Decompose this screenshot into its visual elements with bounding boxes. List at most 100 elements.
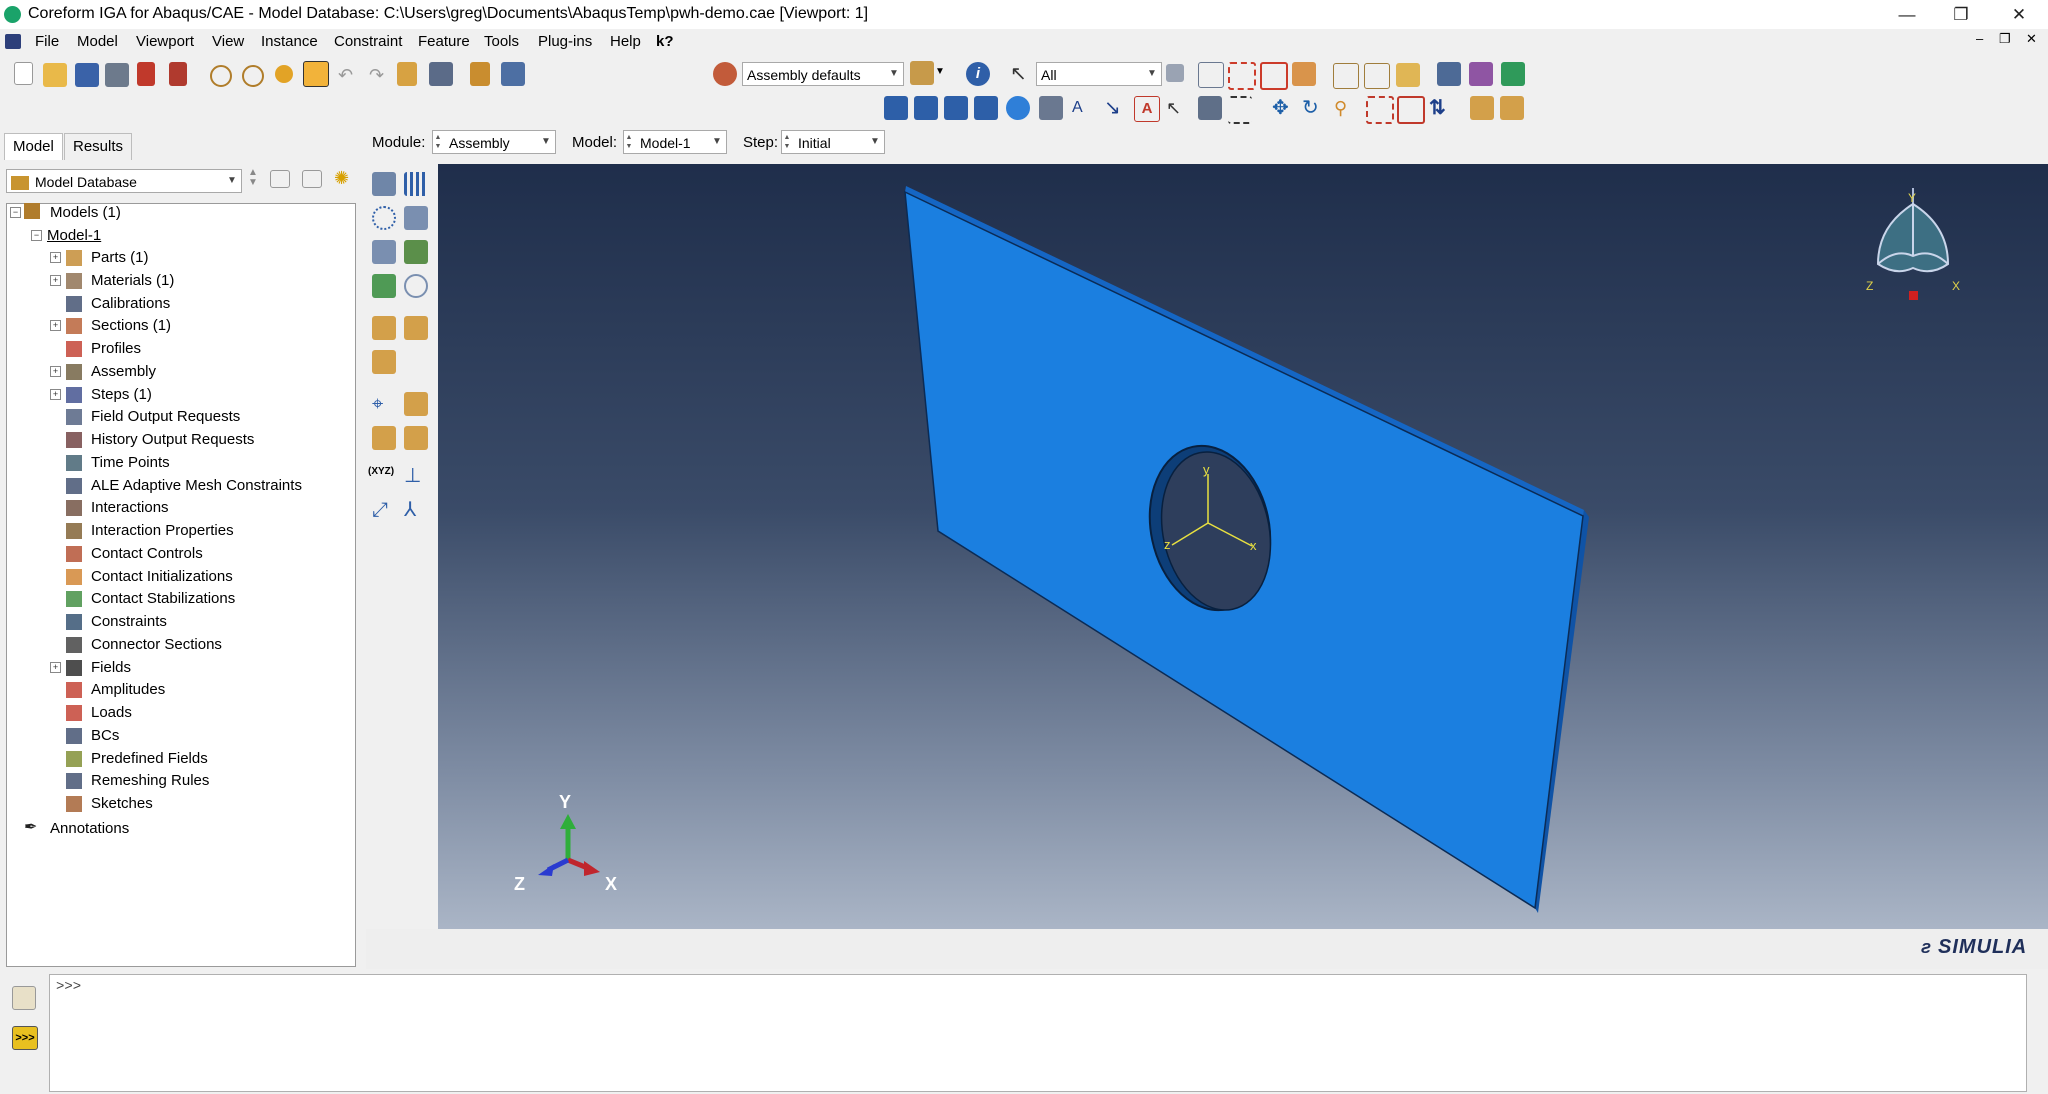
shaded-view-icon[interactable]: [1396, 63, 1420, 87]
expand-toggle[interactable]: +: [50, 320, 61, 332]
mdi-close-button[interactable]: ✕: [2026, 31, 2037, 47]
translate-to-icon[interactable]: [404, 240, 428, 264]
open-file-icon[interactable]: [43, 63, 67, 87]
tab-results[interactable]: Results: [64, 133, 133, 160]
save-icon[interactable]: [75, 63, 99, 87]
tree-item[interactable]: Sketches: [91, 794, 153, 814]
print-icon[interactable]: [105, 63, 129, 87]
undo-icon[interactable]: ↶: [338, 64, 362, 88]
tree-annotations[interactable]: Annotations: [50, 819, 129, 839]
lightbulb-icon[interactable]: ✺: [334, 168, 358, 192]
new-file-icon[interactable]: [14, 62, 33, 85]
datum-axis-icon[interactable]: ⤢: [372, 498, 396, 522]
tree-collapse-icon[interactable]: [270, 170, 290, 188]
face-to-face-icon[interactable]: [404, 316, 428, 340]
view-front-icon[interactable]: [884, 96, 908, 120]
tree-item[interactable]: History Output Requests: [91, 430, 254, 450]
menu-model[interactable]: Model: [77, 33, 118, 50]
expand-toggle[interactable]: +: [50, 274, 61, 286]
view-manager-icon[interactable]: [1470, 96, 1494, 120]
arrow-annotation-icon[interactable]: ↘: [1104, 96, 1128, 120]
view-iso-icon[interactable]: [1006, 96, 1030, 120]
rotate-icon[interactable]: ↻: [1302, 96, 1326, 120]
tree-item[interactable]: Contact Controls: [91, 544, 203, 564]
message-area-icon[interactable]: [12, 986, 36, 1010]
linear-pattern-icon[interactable]: [404, 172, 428, 196]
query-tool-icon[interactable]: [303, 61, 329, 87]
selection-shape-icon[interactable]: [1292, 62, 1316, 86]
tree-model-1[interactable]: Model-1: [47, 226, 101, 246]
datum-csys-icon[interactable]: ⊥: [404, 464, 428, 488]
hidden-line-icon[interactable]: [1364, 63, 1390, 89]
color-mapping-icon[interactable]: [910, 61, 934, 85]
grid-display-icon[interactable]: [1198, 96, 1222, 120]
datum-csys-label[interactable]: (XYZ): [368, 466, 394, 477]
expand-toggle[interactable]: +: [50, 252, 61, 263]
view-top-icon[interactable]: [944, 96, 968, 120]
mdi-minimize-button[interactable]: –: [1976, 31, 1983, 46]
tree-item[interactable]: BCs: [91, 726, 119, 746]
tree-move-up-down-icon[interactable]: ▲ ▼: [248, 168, 258, 188]
expand-toggle[interactable]: +: [50, 661, 61, 673]
model-database-combo[interactable]: Model Database ▼: [6, 169, 242, 193]
model-combo[interactable]: ▲ ▼ Model-1 ▼: [623, 130, 727, 154]
expand-toggle[interactable]: −: [31, 230, 42, 241]
step-combo[interactable]: ▲ ▼ Initial ▼: [781, 130, 885, 154]
viewport-annotations-icon[interactable]: [1039, 96, 1063, 120]
context-help-button[interactable]: k?: [656, 33, 674, 50]
tree-item[interactable]: Fields: [91, 658, 131, 678]
import-icon[interactable]: [137, 62, 155, 86]
mesh-display-icon[interactable]: [1437, 62, 1461, 86]
legend-options-icon[interactable]: [1228, 96, 1252, 124]
box-select-icon[interactable]: [1228, 62, 1256, 90]
menu-instance[interactable]: Instance: [261, 33, 318, 50]
view-manager-2-icon[interactable]: [1500, 96, 1524, 120]
cycle-view-icon[interactable]: ⇅: [1429, 96, 1453, 120]
replace-all-icon[interactable]: [1501, 62, 1525, 86]
model-tree-tool-icon[interactable]: [397, 62, 417, 86]
select-cursor-icon[interactable]: ↖: [1010, 62, 1034, 86]
view-back-icon[interactable]: [914, 96, 938, 120]
color-code-icon[interactable]: [713, 62, 737, 86]
export-icon[interactable]: [169, 62, 187, 86]
display-body-icon[interactable]: [1469, 62, 1493, 86]
menu-viewport[interactable]: Viewport: [136, 33, 194, 50]
minimize-button[interactable]: —: [1884, 0, 1930, 29]
edit-constraint-icon[interactable]: [372, 350, 396, 374]
redo-icon[interactable]: ↷: [369, 64, 393, 88]
tree-item[interactable]: Interaction Properties: [91, 521, 234, 541]
boolean-icon[interactable]: [210, 65, 232, 87]
chevron-down-icon[interactable]: ▼: [935, 66, 959, 90]
magnify-icon[interactable]: ⚲: [1334, 96, 1358, 120]
datum-point-icon[interactable]: ⌖: [372, 392, 396, 416]
text-box-icon[interactable]: A: [1134, 96, 1160, 122]
command-line-interface[interactable]: [49, 974, 2027, 1092]
auto-fit-icon[interactable]: [1397, 96, 1425, 124]
module-combo[interactable]: ▲ ▼ Assembly ▼: [432, 130, 556, 154]
select-through-icon[interactable]: [1198, 62, 1224, 88]
reference-point-icon[interactable]: ⅄: [404, 498, 428, 522]
pointer-icon[interactable]: ↖: [1166, 96, 1190, 120]
assembly-display-icon[interactable]: [470, 62, 490, 86]
parallel-face-icon[interactable]: [372, 316, 396, 340]
tree-item[interactable]: Assembly: [91, 362, 156, 382]
tree-item[interactable]: Time Points: [91, 453, 170, 473]
expand-toggle[interactable]: +: [50, 365, 61, 377]
tree-item[interactable]: Calibrations: [91, 294, 170, 314]
tree-item[interactable]: Remeshing Rules: [91, 771, 209, 791]
tree-item[interactable]: Field Output Requests: [91, 407, 240, 427]
box-zoom-icon[interactable]: [1366, 96, 1394, 124]
tree-item[interactable]: Interactions: [91, 498, 169, 518]
render-style-combo[interactable]: Assembly defaults ▼: [742, 62, 904, 86]
sphere-icon[interactable]: [275, 65, 293, 83]
create-instance-icon[interactable]: [372, 172, 396, 196]
menu-file[interactable]: File: [35, 33, 59, 50]
cut-icon[interactable]: [404, 426, 428, 450]
python-console-icon[interactable]: >>>: [12, 1026, 38, 1050]
text-annotation-icon[interactable]: A: [1072, 96, 1096, 120]
viewport-canvas[interactable]: y x z Y X Z Y X Z: [438, 164, 2048, 929]
info-icon[interactable]: i: [966, 62, 990, 86]
pan-icon[interactable]: ✥: [1272, 96, 1296, 120]
translate-instance-icon[interactable]: [404, 206, 428, 230]
partition-icon[interactable]: [372, 426, 396, 450]
